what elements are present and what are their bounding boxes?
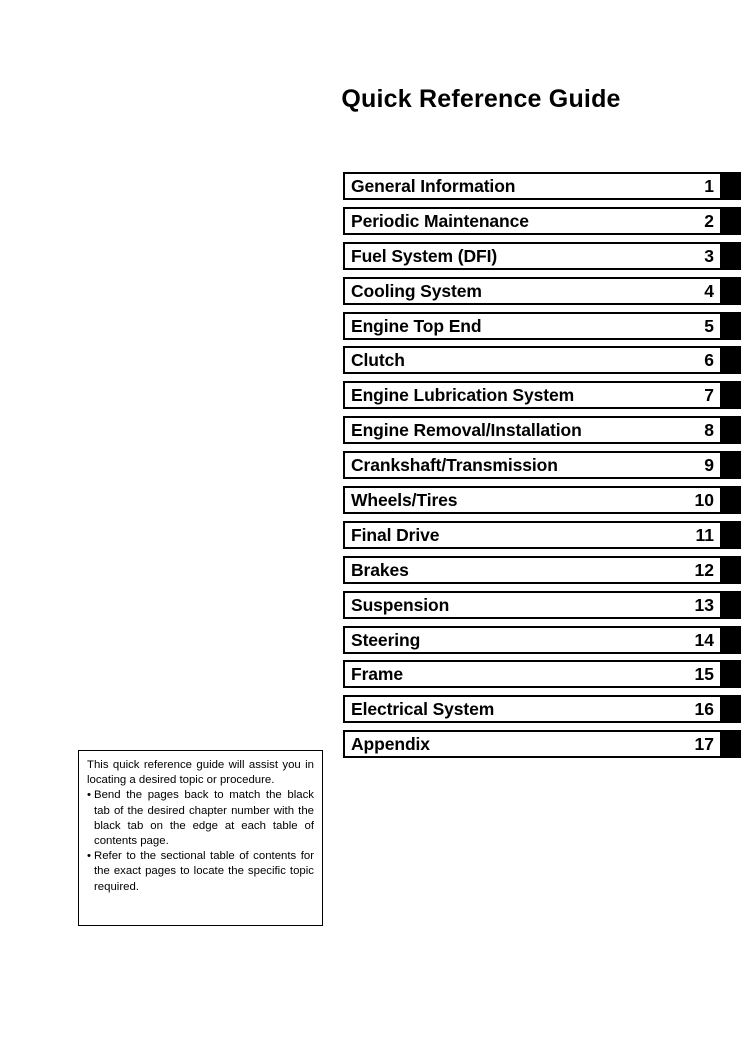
chapter-title: Engine Removal/Installation (351, 420, 582, 441)
chapter-label-box[interactable]: Cooling System 4 (343, 276, 722, 305)
chapter-thumb-tab (722, 381, 741, 410)
chapter-label-box[interactable]: Final Drive 11 (343, 520, 722, 549)
chapter-title: Wheels/Tires (351, 490, 458, 511)
chapter-label-box[interactable]: Periodic Maintenance 2 (343, 206, 722, 235)
chapter-index-row[interactable]: Electrical System 16 (343, 695, 741, 724)
chapter-number: 5 (704, 315, 714, 336)
chapter-number: 16 (694, 699, 714, 720)
chapter-thumb-tab (722, 555, 741, 584)
chapter-number: 2 (704, 210, 714, 231)
chapter-number: 11 (695, 524, 715, 545)
chapter-title: Engine Lubrication System (351, 385, 575, 406)
chapter-thumb-tab (722, 486, 741, 515)
chapter-title: Brakes (351, 559, 409, 580)
chapter-index-row[interactable]: Wheels/Tires 10 (343, 486, 741, 515)
chapter-index-row[interactable]: General Information 1 (343, 172, 741, 200)
bullet-icon: • (87, 789, 91, 802)
chapter-index-row[interactable]: Appendix 17 (343, 730, 741, 759)
chapter-index-row[interactable]: Brakes 12 (343, 555, 741, 584)
chapter-thumb-tab (722, 451, 741, 480)
chapter-label-box[interactable]: Suspension 13 (343, 590, 722, 619)
chapter-number: 9 (704, 455, 714, 476)
chapter-thumb-tab (722, 206, 741, 235)
chapter-thumb-tab (722, 695, 741, 724)
chapter-index-row[interactable]: Engine Removal/Installation 8 (343, 416, 741, 445)
chapter-thumb-tab (722, 346, 741, 375)
chapter-label-box[interactable]: Engine Lubrication System 7 (343, 381, 722, 410)
chapter-number: 12 (694, 559, 714, 580)
chapter-title: Clutch (351, 350, 405, 371)
chapter-title: Electrical System (351, 699, 495, 720)
chapter-title: Fuel System (DFI) (351, 245, 498, 266)
chapter-number: 17 (694, 734, 714, 755)
chapter-label-box[interactable]: Engine Top End 5 (343, 311, 722, 340)
chapter-number: 13 (694, 594, 714, 615)
bullet-icon: • (87, 850, 91, 863)
chapter-title: Appendix (351, 734, 430, 755)
chapter-thumb-tab (722, 625, 741, 654)
chapter-index-row[interactable]: Suspension 13 (343, 590, 741, 619)
chapter-thumb-tab (722, 590, 741, 619)
note-intro-text: This quick reference guide will assist y… (87, 759, 314, 787)
chapter-index-row[interactable]: Crankshaft/Transmission 9 (343, 451, 741, 480)
chapter-title: Crankshaft/Transmission (351, 455, 558, 476)
chapter-label-box[interactable]: Appendix 17 (343, 730, 722, 759)
chapter-number: 4 (704, 280, 714, 301)
chapter-number: 10 (694, 490, 714, 511)
chapter-thumb-tab (722, 276, 741, 305)
chapter-thumb-tab (722, 660, 741, 689)
page-title: Quick Reference Guide (341, 85, 621, 113)
chapter-title: Suspension (351, 594, 450, 615)
chapter-number: 1 (704, 176, 714, 196)
chapter-thumb-tab (722, 730, 741, 759)
chapter-title: General Information (351, 176, 516, 196)
chapter-index-row[interactable]: Engine Top End 5 (343, 311, 741, 340)
chapter-thumb-tab (722, 241, 741, 270)
chapter-number: 7 (704, 385, 714, 406)
chapter-title: Engine Top End (351, 315, 482, 336)
chapter-index-row[interactable]: Cooling System 4 (343, 276, 741, 305)
chapter-title: Final Drive (351, 524, 440, 545)
chapter-thumb-tab (722, 311, 741, 340)
chapter-index-row[interactable]: Steering 14 (343, 625, 741, 654)
chapter-label-box[interactable]: Wheels/Tires 10 (343, 486, 722, 515)
chapter-index-row[interactable]: Periodic Maintenance 2 (343, 206, 741, 235)
chapter-index-row[interactable]: Fuel System (DFI) 3 (343, 241, 741, 270)
chapter-index-row[interactable]: Final Drive 11 (343, 520, 741, 549)
chapter-number: 6 (704, 350, 714, 371)
chapter-thumb-tab (722, 520, 741, 549)
chapter-title: Periodic Maintenance (351, 210, 529, 231)
chapter-label-box[interactable]: Fuel System (DFI) 3 (343, 241, 722, 270)
chapter-label-box[interactable]: Brakes 12 (343, 555, 722, 584)
chapter-index-row[interactable]: Clutch 6 (343, 346, 741, 375)
chapter-label-box[interactable]: Electrical System 16 (343, 695, 722, 724)
chapter-index-row[interactable]: Frame 15 (343, 660, 741, 689)
chapter-label-box[interactable]: Engine Removal/Installation 8 (343, 416, 722, 445)
chapter-label-box[interactable]: Frame 15 (343, 660, 722, 689)
chapter-number: 14 (694, 629, 714, 650)
chapter-number: 15 (694, 664, 714, 685)
chapter-label-box[interactable]: Crankshaft/Transmission 9 (343, 451, 722, 480)
chapter-title: Frame (351, 664, 404, 685)
note-bullet-item: • Refer to the sectional table of conten… (87, 849, 314, 895)
chapter-number: 3 (704, 245, 714, 266)
chapter-title: Steering (351, 629, 421, 650)
chapter-thumb-tab (722, 416, 741, 445)
chapter-title: Cooling System (351, 280, 482, 301)
note-bullet-item: • Bend the pages back to match the black… (87, 788, 314, 849)
chapter-label-box[interactable]: Steering 14 (343, 625, 722, 654)
chapter-index-table: General Information 1 Periodic Maintenance… (343, 172, 741, 765)
chapter-number: 8 (704, 420, 714, 441)
chapter-label-box[interactable]: Clutch 6 (343, 346, 722, 375)
chapter-thumb-tab (722, 172, 741, 200)
quick-reference-note-box: This quick reference guide will assist y… (78, 750, 323, 926)
note-bullet-text: Bend the pages back to match the black t… (94, 789, 314, 848)
chapter-index-row[interactable]: Engine Lubrication System 7 (343, 381, 741, 410)
note-bullet-text: Refer to the sectional table of contents… (94, 850, 314, 893)
chapter-label-box[interactable]: General Information 1 (343, 172, 722, 200)
